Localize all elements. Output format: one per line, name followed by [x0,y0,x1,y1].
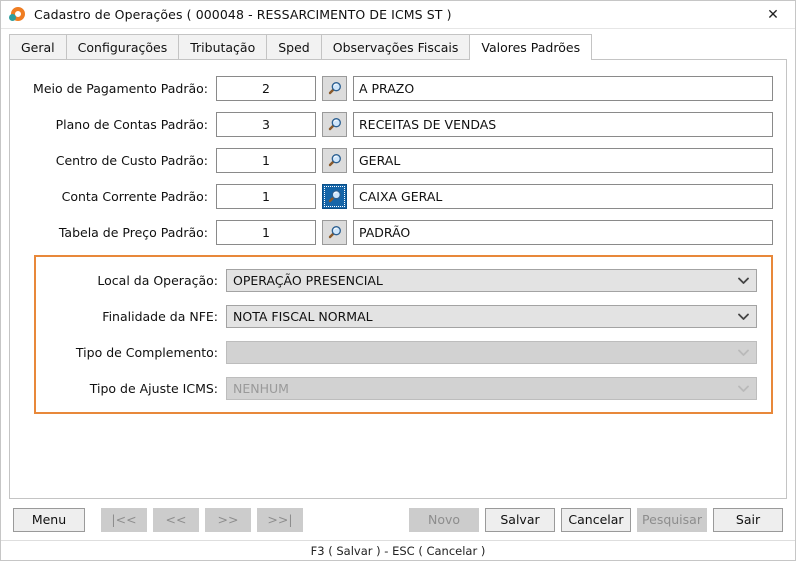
code-input[interactable]: 3 [216,111,316,137]
dropdown-value: OPERAÇÃO PRESENCIAL [233,273,383,288]
magnifier-icon[interactable] [322,75,347,101]
first-record-button: |<< [101,507,147,532]
dropdown-row: Local da Operação: OPERAÇÃO PRESENCIAL [36,269,771,292]
field-label: Plano de Contas Padrão: [55,116,208,132]
field-label: Tabela de Preço Padrão: [58,224,208,240]
description-input[interactable]: CAIXA GERAL [353,183,773,209]
code-input[interactable]: 2 [216,75,316,101]
code-input[interactable]: 1 [216,147,316,173]
dropdown-select [226,341,757,364]
field-label: Finalidade da NFE: [102,309,218,324]
next-record-button: >> [205,507,251,532]
tab-tributa-o[interactable]: Tributação [178,34,268,59]
dropdown-select[interactable]: NOTA FISCAL NORMAL [226,305,757,328]
magnifier-icon[interactable] [322,183,347,209]
code-input[interactable]: 1 [216,219,316,245]
novo-button: Novo [409,507,479,532]
chevron-down-icon [736,385,756,393]
title-bar: Cadastro de Operações ( 000048 - RESSARC… [1,1,795,29]
lookup-row: Centro de Custo Padrão: 1 GERAL [10,147,786,173]
window-title: Cadastro de Operações ( 000048 - RESSARC… [34,7,452,22]
field-label: Meio de Pagamento Padrão: [33,80,208,96]
previous-record-button: << [153,507,199,532]
lookup-row: Tabela de Preço Padrão: 1 PADRÃO [10,219,786,245]
dropdown-select[interactable]: OPERAÇÃO PRESENCIAL [226,269,757,292]
salvar-button[interactable]: Salvar [485,507,555,532]
lookup-row: Conta Corrente Padrão: 1 CAIXA GERAL [10,183,786,209]
tab-panel-valores-padroes: Meio de Pagamento Padrão: 2 A PRAZO Plano d… [9,59,787,499]
chevron-down-icon [736,313,756,321]
lookup-field-group: Meio de Pagamento Padrão: 2 A PRAZO Plano d… [10,60,786,245]
tab-configura-es[interactable]: Configurações [65,34,180,59]
chevron-down-icon [736,277,756,285]
chevron-down-icon [736,349,756,357]
cancelar-button[interactable]: Cancelar [561,507,631,532]
button-bar: Menu |<< << >> >>| Novo Salvar Cancelar … [1,499,795,540]
lookup-row: Meio de Pagamento Padrão: 2 A PRAZO [10,75,786,101]
tab-valores-padr-es[interactable]: Valores Padrões [469,34,593,60]
tab-sped[interactable]: Sped [266,34,322,59]
sair-button[interactable]: Sair [713,507,783,532]
menu-button[interactable]: Menu [13,507,85,532]
field-label: Centro de Custo Padrão: [55,152,208,168]
description-input[interactable]: RECEITAS DE VENDAS [353,111,773,137]
status-bar: F3 ( Salvar ) - ESC ( Cancelar ) [1,540,795,560]
field-label: Tipo de Ajuste ICMS: [89,381,218,396]
dropdown-select: NENHUM [226,377,757,400]
dialog-window: Cadastro de Operações ( 000048 - RESSARC… [0,0,796,561]
dropdown-row: Tipo de Complemento: [36,341,771,364]
app-logo-icon [9,6,26,23]
field-label: Local da Operação: [97,273,218,288]
last-record-button: >>| [257,507,303,532]
description-input[interactable]: PADRÃO [353,219,773,245]
tab-bar: Geral Configurações Tributação Sped Observaç… [1,33,795,60]
description-input[interactable]: A PRAZO [353,75,773,101]
code-input[interactable]: 1 [216,183,316,209]
pesquisar-button: Pesquisar [637,507,707,532]
magnifier-icon[interactable] [322,111,347,137]
status-bar-text: F3 ( Salvar ) - ESC ( Cancelar ) [310,543,486,558]
lookup-row: Plano de Contas Padrão: 3 RECEITAS DE VEND… [10,111,786,137]
description-input[interactable]: GERAL [353,147,773,173]
magnifier-icon[interactable] [322,219,347,245]
field-label: Conta Corrente Padrão: [61,188,208,204]
dropdown-value: NENHUM [233,381,289,396]
magnifier-icon[interactable] [322,147,347,173]
dropdown-row: Tipo de Ajuste ICMS: NENHUM [36,377,771,400]
dropdown-row: Finalidade da NFE: NOTA FISCAL NORMAL [36,305,771,328]
dropdown-value: NOTA FISCAL NORMAL [233,309,373,324]
close-icon[interactable]: ✕ [751,1,795,28]
highlighted-dropdown-group: Local da Operação: OPERAÇÃO PRESENCIAL Fin… [34,255,773,414]
tab-observa-es-fiscais[interactable]: Observações Fiscais [320,34,471,59]
field-label: Tipo de Complemento: [75,345,218,360]
tab-geral[interactable]: Geral [9,34,67,59]
